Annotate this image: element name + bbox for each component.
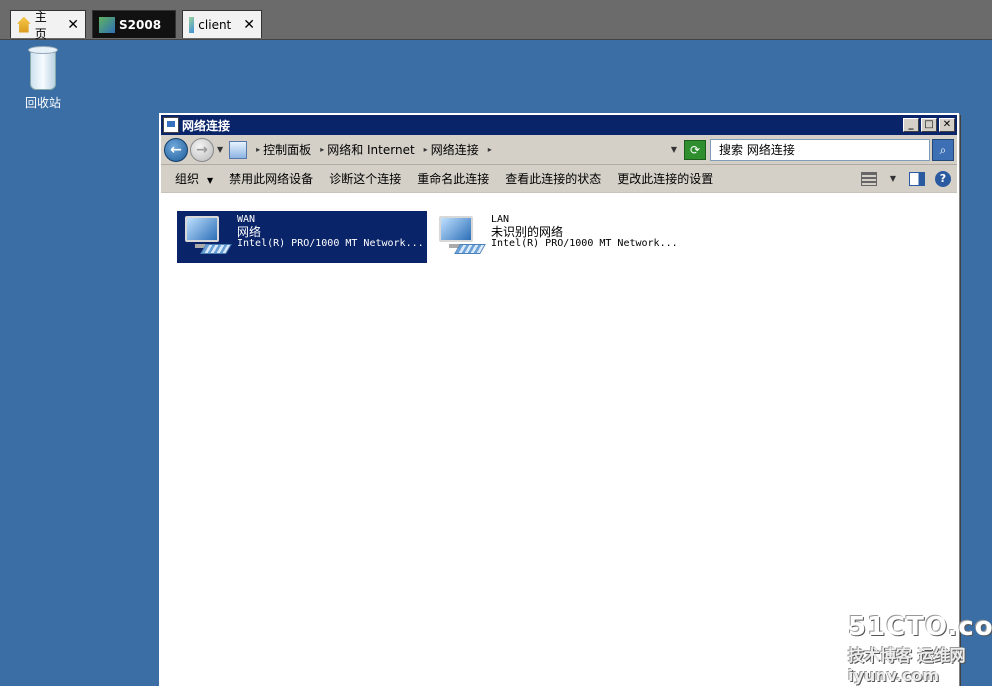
chevron-down-icon[interactable]: ▼ <box>890 174 896 183</box>
recycle-bin-label: 回收站 <box>24 96 61 110</box>
network-adapter-icon <box>181 214 233 258</box>
connection-adapter: Intel(R) PRO/1000 MT Network... <box>491 238 678 249</box>
window-titlebar[interactable]: 网络连接 _ □ ✕ <box>161 115 957 135</box>
diagnose-button[interactable]: 诊断这个连接 <box>329 170 401 187</box>
recycle-bin[interactable]: 回收站 <box>18 46 68 111</box>
address-dropdown-icon[interactable]: ▼ <box>671 145 677 154</box>
command-bar: 组织 ▼ 禁用此网络设备 诊断这个连接 重命名此连接 查看此连接的状态 更改此连接… <box>161 165 957 193</box>
minimize-button[interactable]: _ <box>903 118 919 132</box>
search-icon[interactable]: ⌕ <box>932 138 954 161</box>
back-button[interactable]: ← <box>164 137 188 162</box>
connection-status: 网络 <box>237 225 262 239</box>
views-icon[interactable] <box>860 171 877 186</box>
session-tab-bar: 主页 ✕ S2008 client ✕ <box>0 0 992 41</box>
connection-status: 未识别的网络 <box>491 225 564 239</box>
tab-s2008[interactable]: S2008 <box>92 10 176 38</box>
window-title: 网络连接 <box>182 118 231 133</box>
tab-client-label: client <box>198 17 232 32</box>
recycle-bin-icon <box>26 46 60 90</box>
disable-device-button[interactable]: 禁用此网络设备 <box>229 170 313 187</box>
breadcrumb[interactable]: ▸ 控制面板 ▸ 网络和 Internet ▸ 网络连接 ▸ ▼ <box>229 139 680 161</box>
refresh-button[interactable]: ⟳ <box>684 139 706 160</box>
history-dropdown-icon[interactable]: ▼ <box>217 145 223 154</box>
tab-home[interactable]: 主页 ✕ <box>10 10 86 41</box>
help-icon[interactable]: ? <box>935 170 951 187</box>
breadcrumb-network-connections[interactable]: 网络连接 <box>431 141 479 158</box>
watermark-line2: 技术博客 运维网 iyunv.com <box>848 646 966 685</box>
connection-lan[interactable]: LAN 未识别的网络 Intel(R) PRO/1000 MT Network.… <box>431 211 681 263</box>
address-bar: ← → ▼ ▸ 控制面板 ▸ 网络和 Internet ▸ 网络连接 ▸ ▼ ⟳… <box>161 135 957 165</box>
vm-icon <box>99 16 115 33</box>
close-icon[interactable]: ✕ <box>67 17 79 33</box>
tab-home-label: 主页 <box>34 9 47 41</box>
watermark-line1: 51CTO.com <box>848 612 992 642</box>
watermark: 51CTO.com 技术博客 运维网 iyunv.com <box>848 612 992 685</box>
preview-pane-icon[interactable] <box>909 171 925 186</box>
organize-button[interactable]: 组织 ▼ <box>175 170 213 187</box>
breadcrumb-control-panel[interactable]: 控制面板 <box>263 141 311 158</box>
chevron-down-icon: ▼ <box>207 176 214 185</box>
network-folder-icon <box>163 117 179 133</box>
home-icon <box>17 16 31 33</box>
search-input[interactable]: 搜索 网络连接 <box>710 138 930 161</box>
close-icon[interactable]: ✕ <box>243 17 255 33</box>
control-panel-icon <box>229 140 248 159</box>
connection-wan[interactable]: WAN 网络 Intel(R) PRO/1000 MT Network... <box>177 211 427 263</box>
network-adapter-icon <box>435 214 487 258</box>
tab-client[interactable]: client ✕ <box>182 10 262 38</box>
rename-button[interactable]: 重命名此连接 <box>417 170 489 187</box>
breadcrumb-network-internet[interactable]: 网络和 Internet <box>327 141 414 158</box>
close-button[interactable]: ✕ <box>939 118 955 132</box>
connections-list: WAN 网络 Intel(R) PRO/1000 MT Network... L… <box>161 195 957 684</box>
change-settings-button[interactable]: 更改此连接的设置 <box>617 170 713 187</box>
maximize-button[interactable]: □ <box>921 118 937 132</box>
view-status-button[interactable]: 查看此连接的状态 <box>505 170 601 187</box>
forward-button[interactable]: → <box>190 137 214 162</box>
connection-adapter: Intel(R) PRO/1000 MT Network... <box>237 238 424 249</box>
tab-s2008-label: S2008 <box>119 17 162 32</box>
vm-icon <box>189 16 195 33</box>
network-connections-window: 网络连接 _ □ ✕ ← → ▼ ▸ 控制面板 ▸ 网络和 Internet ▸… <box>159 113 959 686</box>
connection-name: WAN <box>237 214 256 225</box>
